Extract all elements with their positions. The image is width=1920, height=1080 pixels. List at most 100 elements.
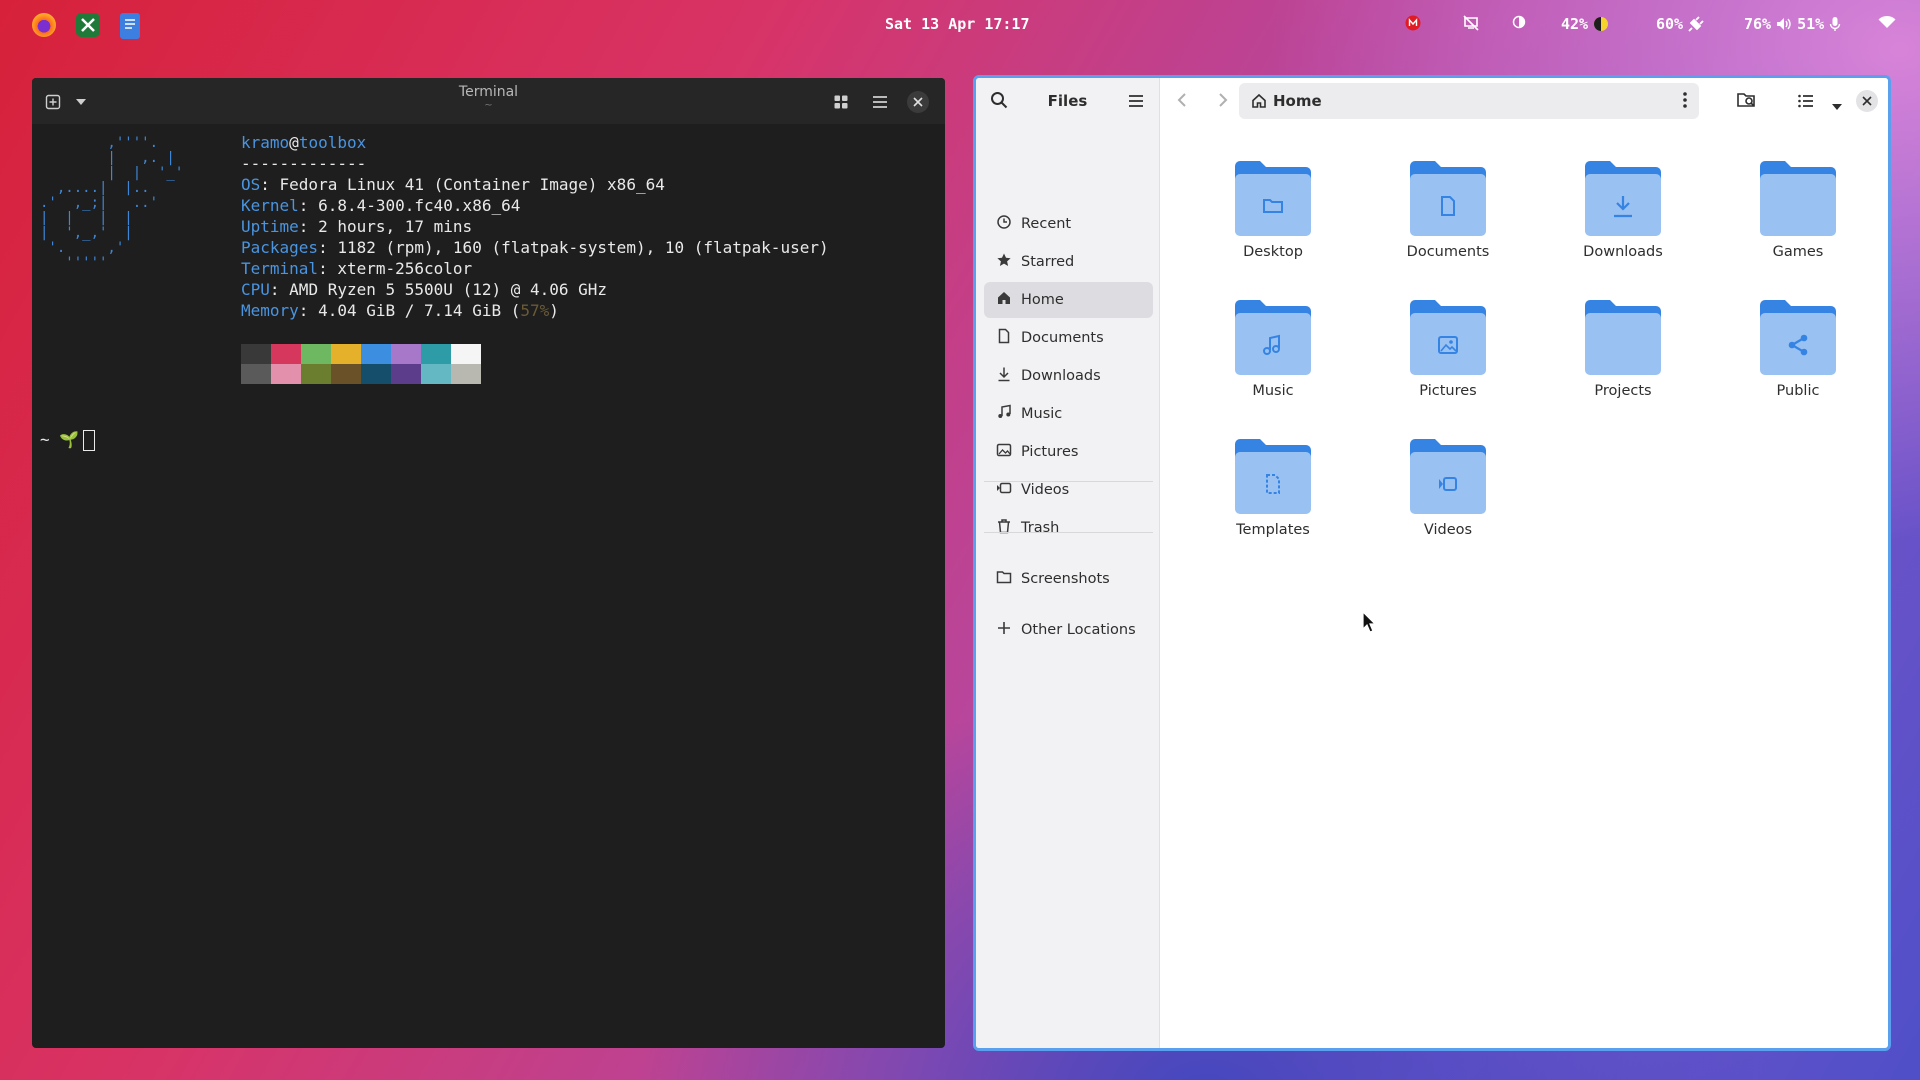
back-icon[interactable]: [1174, 91, 1192, 113]
wifi-icon[interactable]: [1878, 15, 1896, 29]
folder-folder-icon: [1235, 161, 1311, 236]
terminal-window[interactable]: Terminal ~ ,''''. | ,. | | | '_' ,....| …: [32, 78, 945, 1048]
sidebar-item-screenshots[interactable]: Screenshots: [984, 561, 1153, 597]
mouse-pointer-icon: [1362, 610, 1377, 637]
palette-swatch: [271, 344, 301, 364]
trash-icon: [996, 518, 1021, 538]
shell-prompt[interactable]: ~ 🌱: [40, 430, 96, 451]
seedling-icon: 🌱: [59, 430, 80, 449]
folder-label: Games: [1772, 244, 1824, 260]
palette-swatch: [421, 364, 451, 384]
sidebar-item-downloads[interactable]: Downloads: [984, 358, 1153, 394]
close-icon[interactable]: [907, 91, 929, 113]
color-palette: [241, 344, 481, 384]
plus-icon: [996, 620, 1021, 640]
top-bar: Sat 13 Apr 17:17 42% 60% 76% 51%: [0, 0, 1920, 50]
star-icon: [996, 252, 1021, 272]
folder-templates[interactable]: Templates: [1208, 436, 1338, 538]
sidebar-item-pictures[interactable]: Pictures: [984, 434, 1153, 470]
forward-icon[interactable]: [1213, 91, 1231, 113]
palette-swatch: [241, 364, 271, 384]
fastfetch-output: kramo@toolbox ------------- OS: Fedora L…: [241, 132, 829, 321]
sidebar-item-documents[interactable]: Documents: [984, 320, 1153, 356]
files-window[interactable]: Files Recent Starred Home Documents Download…: [973, 75, 1891, 1051]
firefox-icon[interactable]: [32, 13, 56, 37]
picture-folder-icon: [1410, 300, 1486, 375]
palette-swatch: [331, 344, 361, 364]
sidebar-item-label: Other Locations: [1021, 622, 1136, 638]
tab-overview-icon[interactable]: [830, 91, 852, 113]
idle-inhibit-icon[interactable]: [1463, 15, 1479, 31]
info-value: : Fedora Linux 41 (Container Image) x86_…: [260, 175, 665, 194]
volume-value: 60%: [1656, 15, 1684, 33]
search-folder-icon[interactable]: [1737, 91, 1757, 113]
info-key: Terminal: [241, 259, 319, 278]
list-view-icon[interactable]: [1798, 93, 1814, 112]
text-editor-icon[interactable]: [120, 13, 140, 39]
folder-documents[interactable]: Documents: [1383, 158, 1513, 260]
view-options-dropdown-icon[interactable]: [1831, 96, 1843, 115]
palette-swatch: [451, 364, 481, 384]
volume-indicator[interactable]: 60%: [1656, 15, 1704, 33]
sidebar-item-label: Screenshots: [1021, 571, 1110, 587]
microphone-icon: [1829, 17, 1841, 31]
music-folder-icon: [1235, 300, 1311, 375]
path-menu-icon[interactable]: [1683, 92, 1687, 112]
folder-downloads[interactable]: Downloads: [1558, 158, 1688, 260]
battery-indicator[interactable]: 76% 51%: [1744, 15, 1841, 33]
clock[interactable]: Sat 13 Apr 17:17: [885, 15, 1030, 33]
palette-swatch: [361, 364, 391, 384]
brightness-indicator[interactable]: 42%: [1561, 15, 1609, 33]
folder-games[interactable]: Games: [1733, 158, 1863, 260]
sidebar-header: Files: [976, 78, 1159, 124]
download-folder-icon: [1585, 161, 1661, 236]
folder-music[interactable]: Music: [1208, 297, 1338, 399]
folder-videos[interactable]: Videos: [1383, 436, 1513, 538]
terminal-header[interactable]: Terminal ~: [32, 78, 945, 124]
sidebar-item-music[interactable]: Music: [984, 396, 1153, 432]
info-key: Packages: [241, 238, 319, 257]
folder-desktop[interactable]: Desktop: [1208, 158, 1338, 260]
brightness-icon: [1594, 17, 1609, 31]
info-key: CPU: [241, 280, 270, 299]
path-bar[interactable]: Home: [1239, 83, 1699, 119]
sidebar-item-label: Home: [1021, 292, 1064, 308]
terminal-subtitle: ~: [484, 100, 493, 111]
files-sidebar: Files Recent Starred Home Documents Download…: [976, 78, 1160, 1048]
share-folder-icon: [1760, 300, 1836, 375]
folder-projects[interactable]: Projects: [1558, 297, 1688, 399]
sidebar-item-home[interactable]: Home: [984, 282, 1153, 318]
user-name: kramo: [241, 133, 290, 152]
main-menu-icon[interactable]: [1128, 93, 1144, 112]
menu-icon[interactable]: [869, 91, 891, 113]
sidebar-item-trash[interactable]: Trash: [984, 510, 1153, 546]
document-folder-icon: [1410, 161, 1486, 236]
folder-label: Pictures: [1419, 383, 1477, 399]
brightness-value: 42%: [1561, 15, 1589, 33]
sidebar-item-recent[interactable]: Recent: [984, 206, 1153, 242]
folder-label: Projects: [1594, 383, 1652, 399]
separator-line: -------------: [241, 154, 367, 173]
sidebar-item-label: Videos: [1021, 482, 1070, 498]
palette-swatch: [421, 344, 451, 364]
folder-label: Public: [1776, 383, 1820, 399]
info-value: : xterm-256color: [318, 259, 473, 278]
path-current: Home: [1273, 92, 1322, 110]
download-icon: [996, 366, 1021, 386]
dark-mode-icon[interactable]: [1512, 15, 1526, 29]
terminal-title: Terminal: [458, 84, 519, 100]
sidebar-item-videos[interactable]: Videos: [984, 472, 1153, 508]
folder-public[interactable]: Public: [1733, 297, 1863, 399]
palette-swatch: [301, 364, 331, 384]
battery-value: 76%: [1744, 15, 1772, 33]
record-indicator-icon[interactable]: [1405, 15, 1421, 31]
folder-label: Downloads: [1583, 244, 1663, 260]
sidebar-item-starred[interactable]: Starred: [984, 244, 1153, 280]
close-icon[interactable]: [1856, 90, 1878, 112]
sidebar-item-other-locations[interactable]: Other Locations: [984, 612, 1153, 648]
document-icon: [996, 328, 1021, 348]
home-icon: [996, 290, 1021, 310]
terminal-body[interactable]: ,''''. | ,. | | | '_' ,....| |.. .' ,_;|…: [32, 124, 945, 1048]
folder-pictures[interactable]: Pictures: [1383, 297, 1513, 399]
spreadsheet-app-icon[interactable]: [76, 13, 100, 37]
